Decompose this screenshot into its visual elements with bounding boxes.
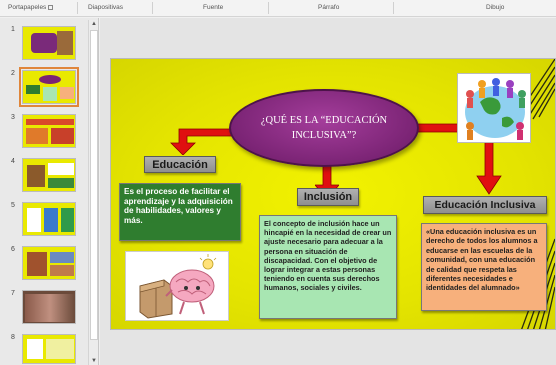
ribbon-group-paragraph[interactable]: Párrafo: [318, 4, 339, 11]
globe-children-icon: [465, 78, 526, 140]
inclusive-children-image[interactable]: [457, 73, 531, 143]
arrow-to-education: [170, 128, 235, 155]
thumbnail-number: 6: [11, 246, 15, 253]
slide-thumbnail-8[interactable]: [22, 334, 76, 364]
scroll-down-icon[interactable]: ▼: [90, 357, 98, 365]
thumbnail-number: 3: [11, 114, 15, 121]
education-text-box[interactable]: Es el proceso de facilitar el aprendizaj…: [119, 183, 241, 241]
slide-editing-area: ¿QUÉ ES LA “EDUCACIÓN INCLUSIVA”? Educac…: [100, 18, 556, 365]
thumbnail-number: 4: [11, 158, 15, 165]
inclusion-label[interactable]: Inclusión: [297, 188, 359, 206]
slide-title: ¿QUÉ ES LA “EDUCACIÓN INCLUSIVA”?: [260, 115, 388, 141]
title-oval[interactable]: ¿QUÉ ES LA “EDUCACIÓN INCLUSIVA”?: [229, 89, 419, 167]
ribbon-group-drawing[interactable]: Dibujo: [486, 4, 504, 11]
brain-box-illustration[interactable]: [125, 251, 229, 321]
thumbnail-number: 7: [11, 290, 15, 297]
slide-thumbnail-4[interactable]: [22, 158, 76, 192]
thumbnail-number: 1: [11, 26, 15, 33]
thumbnail-row-4[interactable]: 4: [0, 156, 88, 196]
ribbon-group-labels: Portapapeles Diapositivas Fuente Párrafo…: [0, 0, 556, 17]
thumbnail-row-8[interactable]: 8: [0, 332, 88, 365]
ribbon-separator: [77, 2, 78, 14]
thumbnail-row-2[interactable]: 2: [0, 67, 88, 108]
dialog-launcher-icon[interactable]: [48, 4, 54, 10]
thumbnail-number: 5: [11, 202, 15, 209]
ribbon-group-clipboard[interactable]: Portapapeles: [8, 4, 54, 11]
thumbnail-row-6[interactable]: 6: [0, 244, 88, 284]
slide-thumbnail-6[interactable]: [22, 246, 76, 280]
ribbon-separator: [152, 2, 153, 14]
slide-thumbnail-pane: 1 2 3 4 5 6 7 8 ▲ ▼: [0, 18, 99, 365]
inclusive-education-text-box[interactable]: «Una educación inclusiva es un derecho d…: [421, 223, 547, 311]
ribbon-group-slides[interactable]: Diapositivas: [88, 4, 123, 11]
thumbnail-row-7[interactable]: 7: [0, 288, 88, 328]
scroll-up-icon[interactable]: ▲: [90, 20, 98, 28]
ribbon-separator: [268, 2, 269, 14]
scrollbar-thumb[interactable]: [90, 30, 98, 340]
inclusion-text-box[interactable]: El concepto de inclusión hace un hincapi…: [259, 215, 397, 319]
slide-thumbnail-3[interactable]: [22, 114, 76, 148]
inclusive-education-label[interactable]: Educación Inclusiva: [423, 196, 547, 214]
thumbnail-scrollbar[interactable]: ▲ ▼: [88, 20, 98, 365]
slide-thumbnail-1[interactable]: [22, 26, 76, 60]
slide-thumbnail-7[interactable]: [22, 290, 76, 324]
ribbon-group-font[interactable]: Fuente: [203, 4, 223, 11]
thumbnail-row-5[interactable]: 5: [0, 200, 88, 240]
current-slide[interactable]: ¿QUÉ ES LA “EDUCACIÓN INCLUSIVA”? Educac…: [110, 58, 556, 330]
slide-thumbnail-2[interactable]: [19, 67, 79, 107]
ribbon-separator: [393, 2, 394, 14]
thumbnail-number: 8: [11, 334, 15, 341]
slide-thumbnail-5[interactable]: [22, 202, 76, 236]
thumbnail-number: 2: [11, 70, 15, 77]
thumbnail-row-3[interactable]: 3: [0, 112, 88, 152]
brain-icon: [139, 254, 217, 319]
thumbnail-row-1[interactable]: 1: [0, 24, 88, 64]
education-label[interactable]: Educación: [144, 156, 216, 173]
